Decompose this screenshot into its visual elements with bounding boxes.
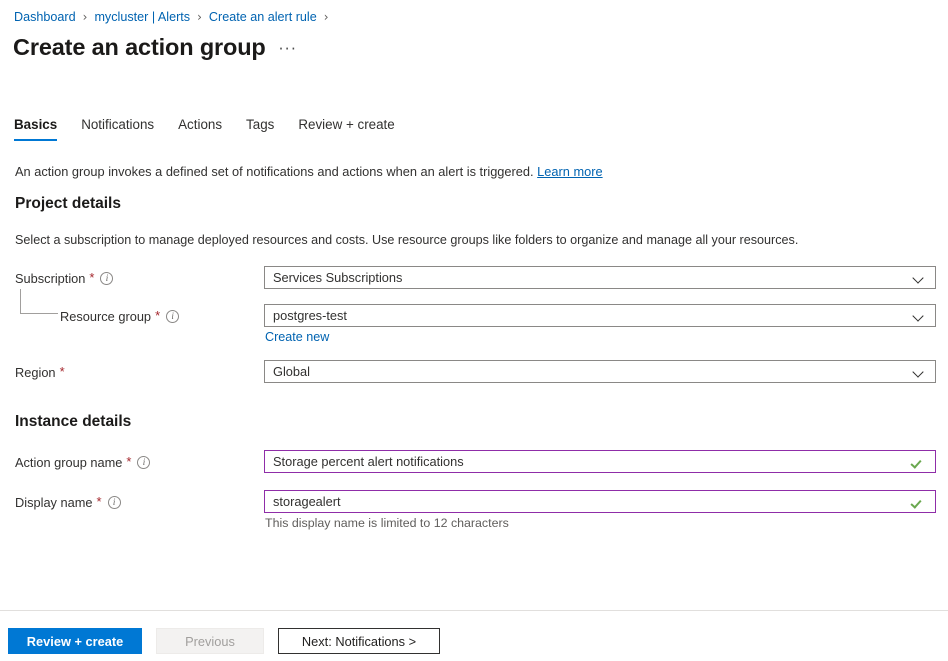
more-options-icon[interactable]: ··· xyxy=(279,42,298,62)
info-icon[interactable]: i xyxy=(100,271,114,285)
subscription-value: Services Subscriptions xyxy=(273,270,403,285)
intro-description: An action group invokes a defined set of… xyxy=(15,164,534,179)
footer-divider xyxy=(0,610,948,611)
review-create-button[interactable]: Review + create xyxy=(8,628,142,654)
display-name-label: Display name * i xyxy=(15,490,121,514)
instance-details-heading: Instance details xyxy=(15,413,132,430)
required-asterisk: * xyxy=(59,364,65,379)
previous-button: Previous xyxy=(156,628,264,654)
action-group-name-label: Action group name * i xyxy=(15,450,151,474)
chevron-down-icon xyxy=(913,272,925,284)
breadcrumb-item-dashboard[interactable]: Dashboard xyxy=(14,9,76,25)
info-icon[interactable]: i xyxy=(107,495,121,509)
resource-group-label-text: Resource group xyxy=(60,308,152,324)
page-title: Create an action group xyxy=(13,34,266,60)
valid-check-icon xyxy=(911,455,925,469)
subscription-label-text: Subscription xyxy=(15,270,86,286)
create-action-group-page: Dashboard › mycluster | Alerts › Create … xyxy=(0,0,948,661)
breadcrumb-item-mycluster-alerts[interactable]: mycluster | Alerts xyxy=(94,9,190,25)
breadcrumb-separator: › xyxy=(82,10,88,24)
resource-group-label: Resource group * i xyxy=(60,304,180,328)
action-group-name-input[interactable]: Storage percent alert notifications xyxy=(264,450,936,473)
action-group-name-label-text: Action group name xyxy=(15,454,123,470)
tab-review-create[interactable]: Review + create xyxy=(286,117,406,141)
region-dropdown[interactable]: Global xyxy=(264,360,936,383)
resource-group-dropdown[interactable]: postgres-test xyxy=(264,304,936,327)
display-name-label-text: Display name xyxy=(15,494,93,510)
project-details-description: Select a subscription to manage deployed… xyxy=(15,233,799,247)
tab-actions[interactable]: Actions xyxy=(166,117,234,141)
display-name-input[interactable]: storagealert xyxy=(264,490,936,513)
display-name-helper-text: This display name is limited to 12 chara… xyxy=(265,516,509,530)
breadcrumb: Dashboard › mycluster | Alerts › Create … xyxy=(14,9,336,25)
display-name-row: Display name * i storagealert xyxy=(0,490,948,514)
breadcrumb-separator: › xyxy=(323,10,329,24)
subscription-row: Subscription * i Services Subscriptions xyxy=(0,266,948,290)
page-header: Create an action group ··· xyxy=(13,32,297,62)
wizard-tabs: Basics Notifications Actions Tags Review… xyxy=(14,117,407,141)
tab-basics[interactable]: Basics xyxy=(14,117,69,141)
learn-more-link[interactable]: Learn more xyxy=(537,164,602,179)
footer-actions: Review + create Previous Next: Notificat… xyxy=(8,628,440,654)
subscription-dropdown[interactable]: Services Subscriptions xyxy=(264,266,936,289)
subscription-label: Subscription * i xyxy=(15,266,114,290)
next-notifications-button[interactable]: Next: Notifications > xyxy=(278,628,440,654)
breadcrumb-item-create-alert-rule[interactable]: Create an alert rule xyxy=(209,9,317,25)
display-name-value: storagealert xyxy=(273,494,341,509)
info-icon[interactable]: i xyxy=(137,455,151,469)
intro-text: An action group invokes a defined set of… xyxy=(15,163,603,180)
action-group-name-value: Storage percent alert notifications xyxy=(273,454,464,469)
valid-check-icon xyxy=(911,495,925,509)
breadcrumb-separator: › xyxy=(197,10,202,24)
required-asterisk: * xyxy=(89,270,95,285)
required-asterisk: * xyxy=(126,454,132,469)
create-new-resource-group-link[interactable]: Create new xyxy=(265,330,329,344)
region-label-text: Region xyxy=(15,364,56,380)
info-icon[interactable]: i xyxy=(166,309,180,323)
chevron-down-icon xyxy=(913,366,925,378)
tab-tags[interactable]: Tags xyxy=(234,117,286,141)
region-label: Region * xyxy=(15,360,65,384)
resource-group-value: postgres-test xyxy=(273,308,347,323)
region-value: Global xyxy=(273,364,310,379)
required-asterisk: * xyxy=(96,494,102,509)
tab-notifications[interactable]: Notifications xyxy=(69,117,166,141)
required-asterisk: * xyxy=(155,308,161,323)
resource-group-row: Resource group * i postgres-test xyxy=(0,304,948,328)
project-details-heading: Project details xyxy=(15,195,121,212)
chevron-down-icon xyxy=(913,310,925,322)
region-row: Region * Global xyxy=(0,360,948,384)
action-group-name-row: Action group name * i Storage percent al… xyxy=(0,450,948,474)
